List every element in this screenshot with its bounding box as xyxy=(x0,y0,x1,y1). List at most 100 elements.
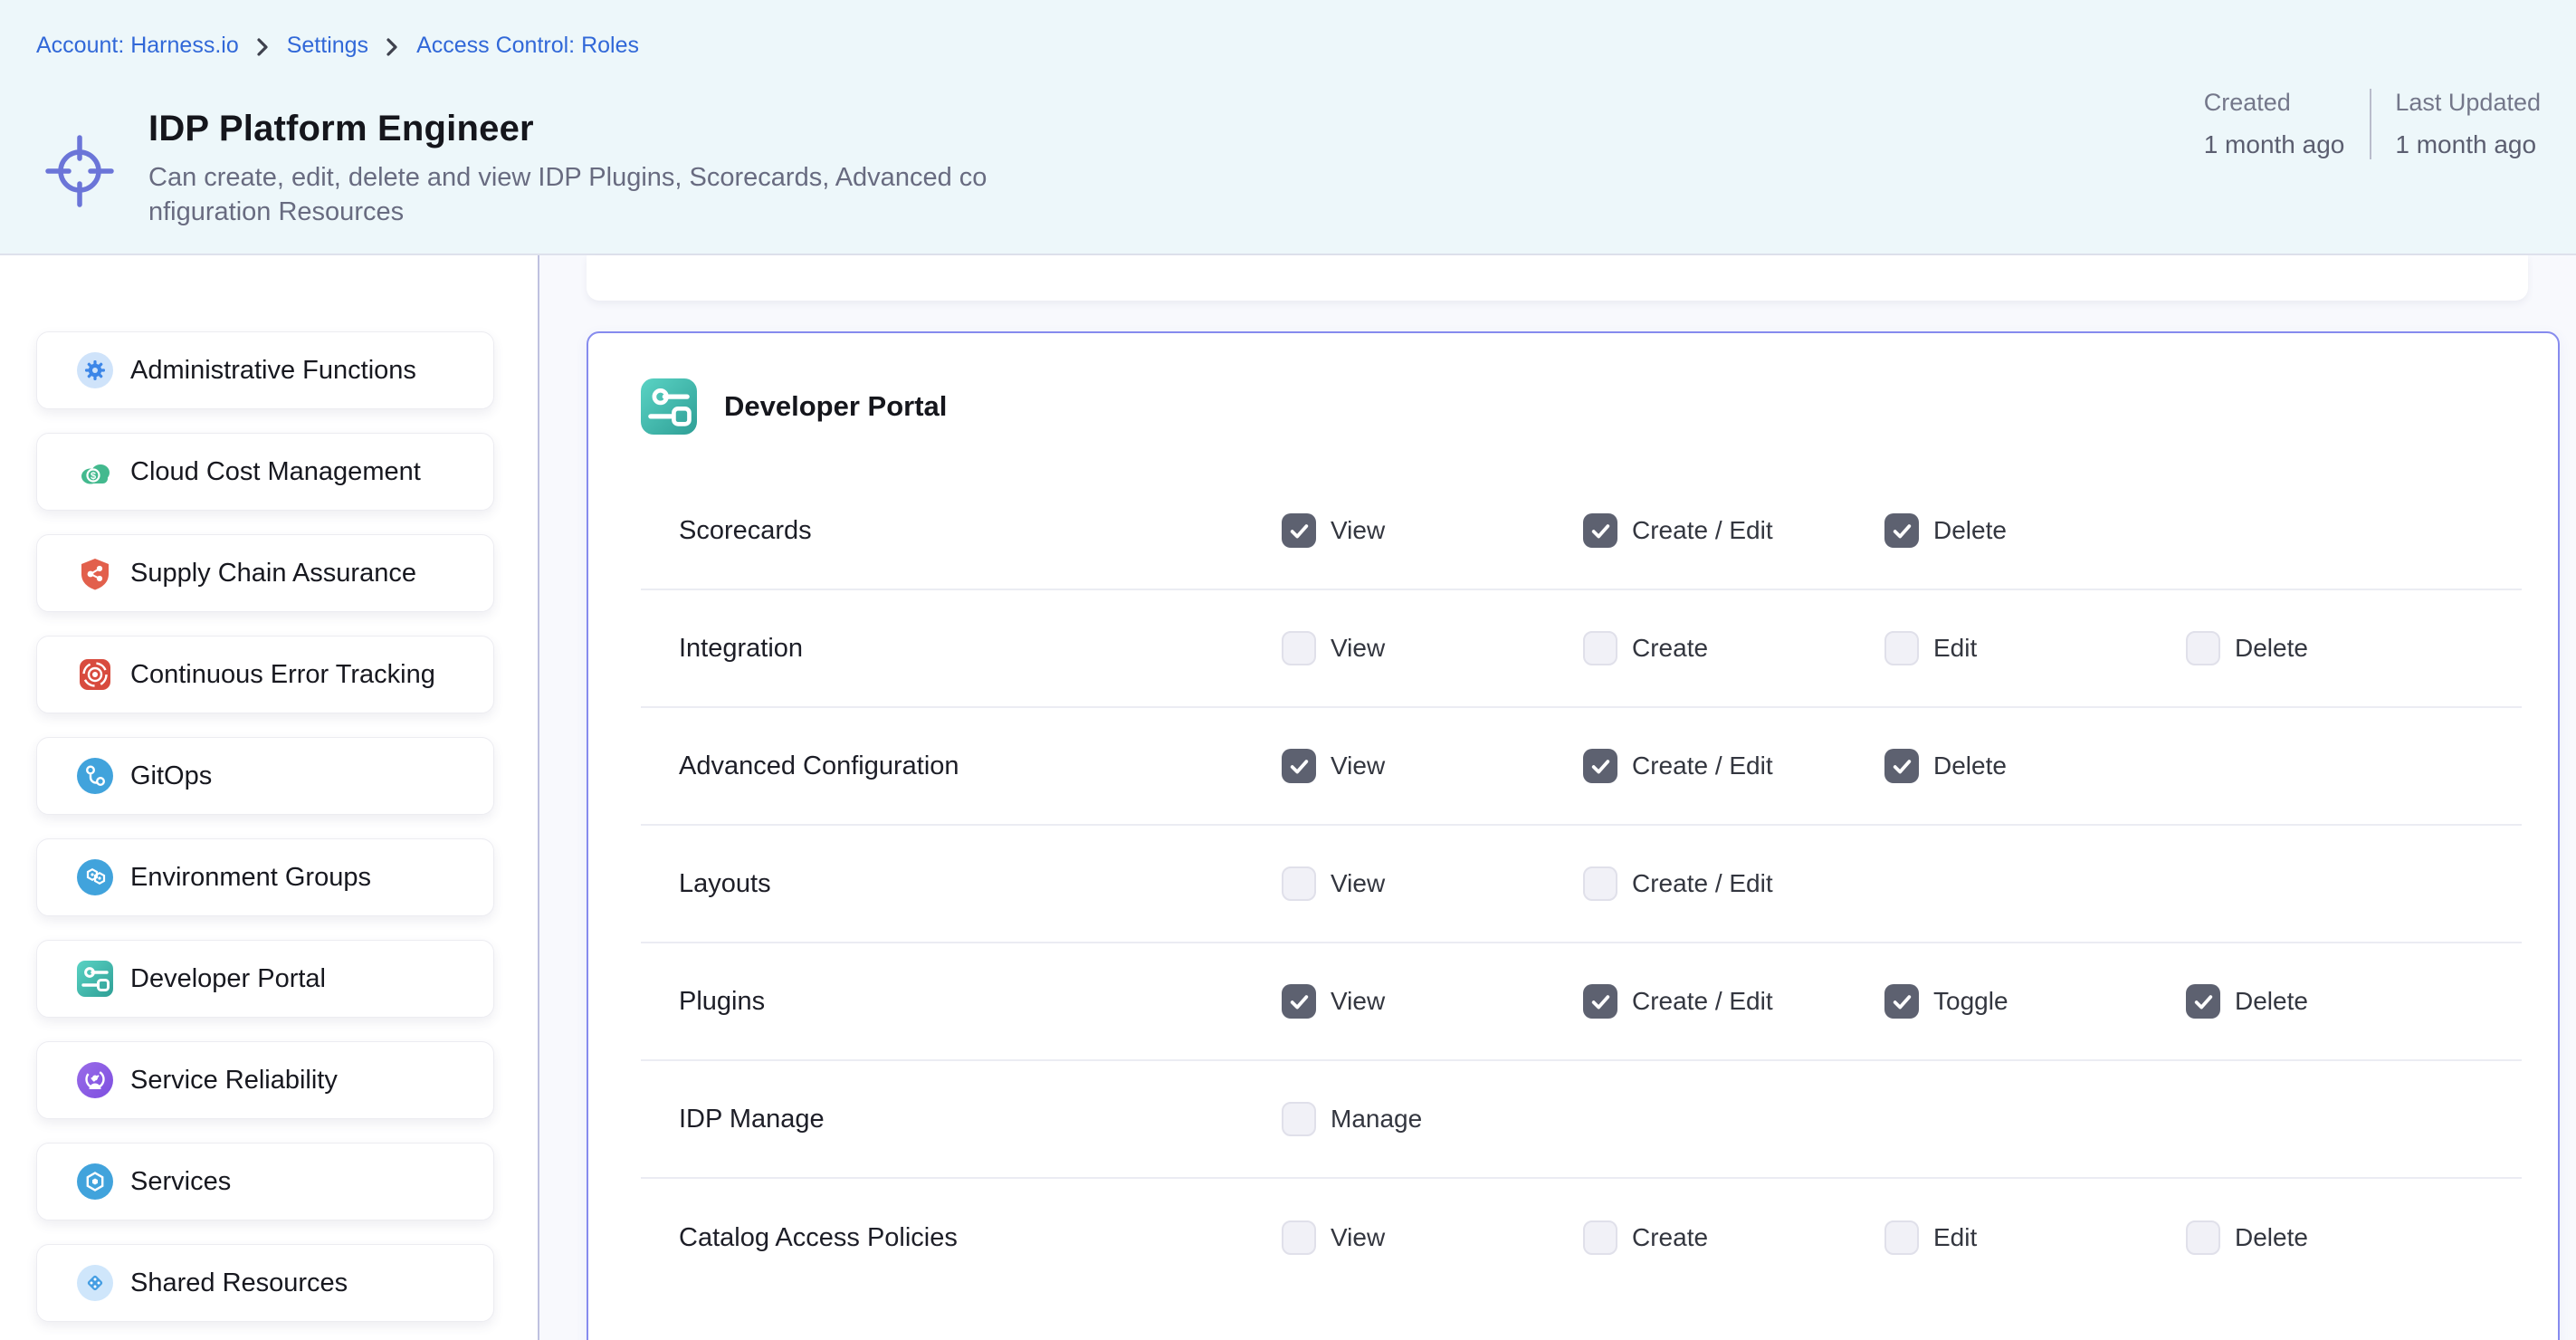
permission-label: Edit xyxy=(1933,634,1977,663)
breadcrumb-link-settings[interactable]: Settings xyxy=(287,33,368,59)
checkbox-create-edit[interactable] xyxy=(1583,984,1617,1019)
role-crosshair-icon xyxy=(45,134,114,208)
resource-label: Integration xyxy=(679,634,1282,664)
checkbox-delete[interactable] xyxy=(1884,749,1919,783)
permission-integration-create: Create xyxy=(1583,631,1884,665)
permission-plugins-create-edit: Create / Edit xyxy=(1583,984,1884,1019)
sidebar-item-label: Service Reliability xyxy=(130,1066,338,1096)
checkbox-toggle[interactable] xyxy=(1884,984,1919,1019)
sidebar-item-supply-chain-assurance[interactable]: Supply Chain Assurance xyxy=(36,534,494,612)
checkbox-view[interactable] xyxy=(1282,513,1316,548)
sidebar-item-developer-portal[interactable]: Developer Portal xyxy=(36,940,494,1018)
permission-integration-delete: Delete xyxy=(2186,631,2487,665)
checkbox-delete[interactable] xyxy=(2186,631,2220,665)
sidebar-item-label: Administrative Functions xyxy=(130,356,416,386)
breadcrumb-link-account-harness-io[interactable]: Account: Harness.io xyxy=(36,33,239,59)
page-header: Account: Harness.io Settings Access Contro… xyxy=(0,0,2576,255)
permission-label: Create xyxy=(1632,634,1708,663)
checkbox-view[interactable] xyxy=(1282,631,1316,665)
checkbox-view[interactable] xyxy=(1282,984,1316,1019)
permission-row-plugins: PluginsViewCreate / EditToggleDelete xyxy=(641,943,2522,1061)
environment-groups-icon xyxy=(77,859,113,895)
permission-label: Create / Edit xyxy=(1632,516,1773,545)
chevron-right-icon xyxy=(256,37,270,57)
chevron-right-icon xyxy=(386,37,399,57)
permission-row-advanced-configuration: Advanced ConfigurationViewCreate / EditD… xyxy=(641,708,2522,826)
checkbox-delete[interactable] xyxy=(2186,984,2220,1019)
role-description: Can create, edit, delete and view IDP Pl… xyxy=(148,160,987,229)
role-meta: Created1 month ago Last Updated 1 month ag… xyxy=(2204,89,2541,159)
permission-catalog-access-policies-delete: Delete xyxy=(2186,1220,2487,1255)
resource-label: Layouts xyxy=(679,869,1282,899)
permission-advanced-configuration-view: View xyxy=(1282,749,1583,783)
permission-scorecards-delete: Delete xyxy=(1884,513,2186,548)
role-description-line2: nfiguration Resources xyxy=(148,195,987,229)
checkbox-view[interactable] xyxy=(1282,749,1316,783)
permission-label: View xyxy=(1331,1223,1385,1252)
cloud-cost-icon: $ xyxy=(77,454,113,490)
permission-label: Manage xyxy=(1331,1105,1422,1134)
meta-label: Last Updated xyxy=(2395,89,2541,117)
main-panel: Developer Portal Scorecards View Create / … xyxy=(539,255,2576,1340)
checkbox-create[interactable] xyxy=(1583,631,1617,665)
checkbox-view[interactable] xyxy=(1282,1220,1316,1255)
permission-integration-view: View xyxy=(1282,631,1583,665)
checkbox-manage[interactable] xyxy=(1282,1102,1316,1136)
svg-text:$: $ xyxy=(91,471,96,482)
checkbox-create-edit[interactable] xyxy=(1583,749,1617,783)
sidebar-item-environment-groups[interactable]: Environment Groups xyxy=(36,838,494,916)
permission-catalog-access-policies-edit: Edit xyxy=(1884,1220,2186,1255)
permission-advanced-configuration-create-edit: Create / Edit xyxy=(1583,749,1884,783)
sidebar-item-service-reliability[interactable]: Service Reliability xyxy=(36,1041,494,1119)
permission-label: View xyxy=(1331,634,1385,663)
previous-resource-card-fragment xyxy=(587,255,2528,301)
developer-portal-icon xyxy=(77,961,113,997)
meta-created: Created1 month ago xyxy=(2204,89,2372,159)
permission-plugins-toggle: Toggle xyxy=(1884,984,2186,1019)
resource-label: Scorecards xyxy=(679,516,1282,546)
checkbox-edit[interactable] xyxy=(1884,631,1919,665)
sidebar-item-label: Developer Portal xyxy=(130,964,326,994)
role-description-line1: Can create, edit, delete and view IDP Pl… xyxy=(148,160,987,195)
checkbox-delete[interactable] xyxy=(2186,1220,2220,1255)
services-icon xyxy=(77,1163,113,1200)
checkbox-create-edit[interactable] xyxy=(1583,513,1617,548)
resource-label: Plugins xyxy=(679,987,1282,1017)
error-tracking-icon xyxy=(77,656,113,693)
permission-label: View xyxy=(1331,751,1385,780)
breadcrumb-link-access-control-roles[interactable]: Access Control: Roles xyxy=(416,33,639,59)
sidebar-item-continuous-error-tracking[interactable]: Continuous Error Tracking xyxy=(36,636,494,713)
sidebar-item-gitops[interactable]: GitOps xyxy=(36,737,494,815)
permission-label: Delete xyxy=(2235,1223,2308,1252)
sidebar-item-services[interactable]: Services xyxy=(36,1143,494,1220)
permission-label: Delete xyxy=(2235,987,2308,1016)
permission-label: Delete xyxy=(2235,634,2308,663)
checkbox-create[interactable] xyxy=(1583,1220,1617,1255)
permission-advanced-configuration-delete: Delete xyxy=(1884,749,2186,783)
permission-label: Create xyxy=(1632,1223,1708,1252)
service-reliability-icon xyxy=(77,1062,113,1098)
checkbox-delete[interactable] xyxy=(1884,513,1919,548)
permission-catalog-access-policies-view: View xyxy=(1282,1220,1583,1255)
admin-functions-icon xyxy=(77,352,113,388)
sidebar-item-administrative-functions[interactable]: Administrative Functions xyxy=(36,331,494,409)
checkbox-create-edit[interactable] xyxy=(1583,866,1617,901)
card-title: Developer Portal xyxy=(724,390,947,423)
checkbox-edit[interactable] xyxy=(1884,1220,1919,1255)
permission-row-layouts: LayoutsViewCreate / Edit xyxy=(641,826,2522,943)
resource-sidebar: Administrative Functions $Cloud Cost Mana… xyxy=(0,255,539,1340)
permission-label: Edit xyxy=(1933,1223,1977,1252)
permissions-table: ScorecardsViewCreate / EditDeleteIntegra… xyxy=(641,473,2522,1297)
meta-value: 1 month ago xyxy=(2395,130,2541,159)
page-title: IDP Platform Engineer xyxy=(148,109,987,149)
gitops-icon xyxy=(77,758,113,794)
sidebar-item-shared-resources[interactable]: Shared Resources xyxy=(36,1244,494,1322)
breadcrumb: Account: Harness.io Settings Access Contro… xyxy=(36,33,639,59)
permission-row-idp-manage: IDP ManageManage xyxy=(641,1061,2522,1179)
checkbox-view[interactable] xyxy=(1282,866,1316,901)
developer-portal-icon xyxy=(641,378,697,435)
sidebar-item-label: Supply Chain Assurance xyxy=(130,559,416,589)
sidebar-item-cloud-cost-management[interactable]: $Cloud Cost Management xyxy=(36,433,494,511)
permission-label: Create / Edit xyxy=(1632,869,1773,898)
sidebar-item-label: Shared Resources xyxy=(130,1268,348,1298)
